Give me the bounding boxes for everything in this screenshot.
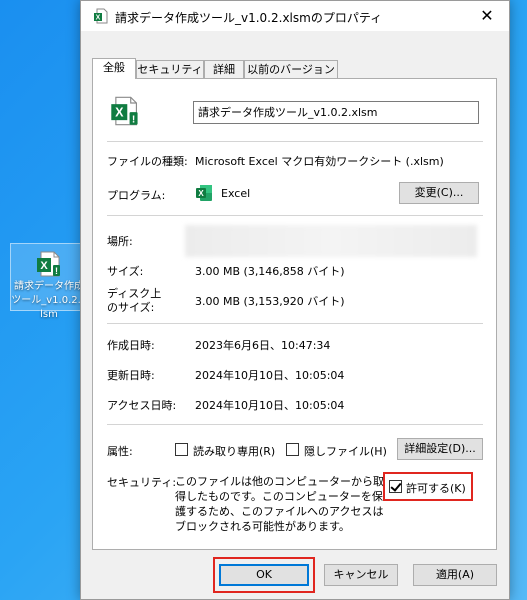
disk-size-value: 3.00 MB (3,153,920 バイト) [195, 295, 345, 308]
svg-text:X: X [115, 106, 124, 120]
readonly-label[interactable]: 読み取り専用(R) [193, 443, 275, 459]
size-label: サイズ: [107, 265, 144, 278]
program-label: プログラム: [107, 189, 166, 202]
location-value-redacted [185, 225, 477, 257]
file-name-field[interactable]: 請求データ作成ツール_v1.0.2.xlsm [193, 101, 479, 124]
svg-text:X: X [198, 189, 204, 198]
apply-button[interactable]: 適用(A) [413, 564, 497, 586]
tab-previous-versions[interactable]: 以前のバージョン [244, 60, 338, 78]
created-label: 作成日時: [107, 339, 155, 352]
excel-macro-file-icon: X ! [109, 95, 141, 130]
hidden-checkbox[interactable] [286, 443, 299, 456]
tab-security[interactable]: セキュリティ [136, 60, 204, 78]
divider [107, 424, 483, 425]
disk-size-label-line2: のサイズ: [107, 301, 155, 314]
readonly-checkbox[interactable] [175, 443, 188, 456]
accessed-value: 2024年10月10日、10:05:04 [195, 399, 345, 412]
close-button[interactable]: ✕ [465, 1, 509, 31]
title-bar[interactable]: X 請求データ作成ツール_v1.0.2.xlsmのプロパティ ✕ [81, 1, 509, 31]
svg-text:!: ! [55, 266, 58, 276]
accessed-label: アクセス日時: [107, 399, 177, 412]
close-icon: ✕ [480, 6, 494, 25]
security-warning-text: このファイルは他のコンピューターから取得したものです。このコンピューターを保護す… [175, 475, 384, 533]
svg-text:X: X [40, 260, 48, 272]
cancel-button[interactable]: キャンセル [324, 564, 398, 586]
excel-macro-file-icon: X ! [35, 250, 63, 281]
attributes-label: 属性: [107, 445, 133, 458]
tab-general[interactable]: 全般 [92, 58, 136, 79]
divider [107, 141, 483, 142]
tab-details[interactable]: 詳細 [204, 60, 244, 78]
excel-app-icon: X [195, 184, 213, 205]
created-value: 2023年6月6日、10:47:34 [195, 339, 331, 352]
desktop-file-icon[interactable]: X ! 請求データ作成ツール_v1.0.2.xlsm [10, 243, 87, 320]
svg-text:X: X [96, 15, 101, 22]
hidden-label[interactable]: 隠しファイル(H) [304, 443, 387, 459]
modified-value: 2024年10月10日、10:05:04 [195, 369, 345, 382]
unblock-label[interactable]: 許可する(K) [406, 480, 466, 496]
properties-dialog: X 請求データ作成ツール_v1.0.2.xlsmのプロパティ ✕ 全般 セキュリ… [80, 0, 510, 600]
modified-label: 更新日時: [107, 369, 155, 382]
ok-button[interactable]: OK [219, 564, 309, 586]
size-value: 3.00 MB (3,146,858 バイト) [195, 265, 345, 278]
window-title: 請求データ作成ツール_v1.0.2.xlsmのプロパティ [115, 11, 383, 25]
advanced-attributes-button[interactable]: 詳細設定(D)... [397, 438, 483, 460]
location-label: 場所: [107, 235, 133, 248]
file-type-label: ファイルの種類: [107, 155, 188, 168]
disk-size-label: ディスク上 のサイズ: [107, 287, 161, 315]
file-type-value: Microsoft Excel マクロ有効ワークシート (.xlsm) [195, 155, 444, 168]
disk-size-label-line1: ディスク上 [107, 287, 162, 300]
security-label: セキュリティ: [107, 476, 177, 489]
program-value: Excel [221, 187, 251, 200]
divider [107, 215, 483, 216]
change-program-button[interactable]: 変更(C)... [399, 182, 479, 204]
desktop-icon-label: 請求データ作成ツール_v1.0.2.xlsm [11, 281, 87, 320]
divider [107, 323, 483, 324]
svg-text:!: ! [132, 114, 135, 125]
general-tab-panel: X ! 請求データ作成ツール_v1.0.2.xlsm ファイルの種類: Micr… [92, 78, 497, 550]
excel-file-icon: X [93, 8, 109, 27]
unblock-checkbox[interactable] [389, 480, 402, 493]
